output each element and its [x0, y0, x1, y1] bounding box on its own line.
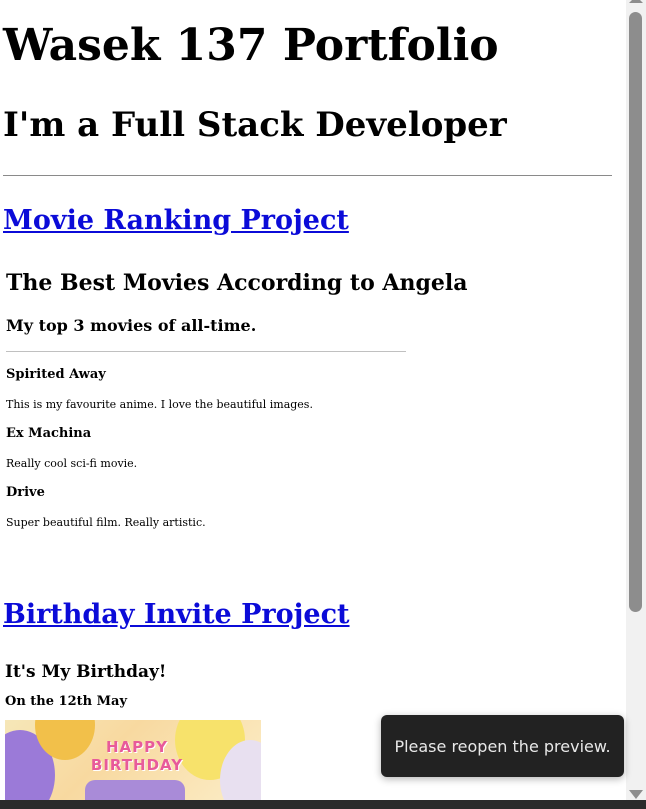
birthday-cake-image: HAPPY BIRTHDAY: [5, 720, 261, 800]
birthday-invite-project-link[interactable]: Birthday Invite Project: [3, 598, 350, 632]
movie-ranking-project-link[interactable]: Movie Ranking Project: [3, 204, 349, 238]
movie-preview-divider: [6, 351, 406, 352]
vertical-scrollbar[interactable]: [626, 0, 646, 809]
happy-birthday-text: HAPPY BIRTHDAY: [90, 738, 184, 774]
movie-description: Really cool sci-fi movie.: [6, 457, 138, 470]
bottom-status-bar: [0, 800, 646, 809]
movie-preview-heading: The Best Movies According to Angela: [6, 270, 468, 296]
scrollbar-thumb[interactable]: [629, 12, 642, 612]
preview-page: Wasek 137 Portfolio I'm a Full Stack Dev…: [0, 0, 626, 800]
movie-title: Spirited Away: [6, 367, 106, 382]
birthday-preview-heading: It's My Birthday!: [5, 662, 167, 682]
movie-preview-subheading: My top 3 movies of all-time.: [6, 316, 257, 335]
scroll-down-arrow-icon[interactable]: [629, 790, 643, 799]
toast-message: Please reopen the preview.: [394, 736, 611, 756]
movie-title: Ex Machina: [6, 426, 92, 441]
cake-shape: [85, 780, 185, 800]
toast-notification: Please reopen the preview.: [381, 715, 624, 777]
birthday-preview-subheading: On the 12th May: [5, 694, 127, 709]
movie-title: Drive: [6, 485, 45, 500]
page-title: Wasek 137 Portfolio: [3, 20, 499, 71]
page-subtitle: I'm a Full Stack Developer: [3, 105, 507, 145]
scroll-up-arrow-icon[interactable]: [629, 0, 643, 3]
movie-description: Super beautiful film. Really artistic.: [6, 516, 206, 529]
divider: [3, 175, 612, 176]
movie-description: This is my favourite anime. I love the b…: [6, 398, 313, 411]
